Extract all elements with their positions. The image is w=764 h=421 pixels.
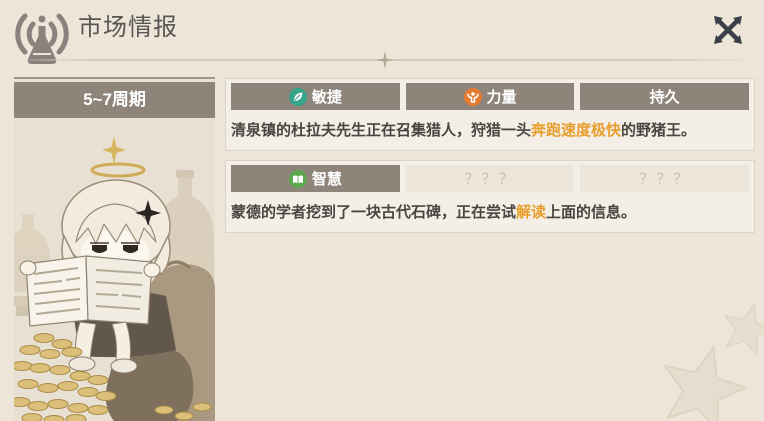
sparkle-icon bbox=[376, 51, 394, 69]
book-icon bbox=[288, 169, 307, 188]
tag-endurance: 持久 bbox=[580, 83, 750, 110]
description-highlight: 解读 bbox=[516, 204, 547, 221]
close-button[interactable] bbox=[713, 15, 743, 45]
tag-row: 智慧 ？？？ ？？？ bbox=[231, 165, 750, 192]
description-highlight: 奔跑速度极快 bbox=[531, 122, 622, 139]
tag-row: 敏捷 力量 持久 bbox=[231, 83, 750, 110]
tag-label: ？？？ bbox=[464, 171, 516, 188]
tag-label: 持久 bbox=[649, 89, 680, 106]
newspaper bbox=[25, 255, 153, 327]
panel-top-line bbox=[14, 77, 215, 79]
tag-agility: 敏捷 bbox=[231, 83, 400, 110]
halo bbox=[90, 136, 146, 178]
description-text: 上面的信息。 bbox=[546, 204, 637, 221]
paimon-illustration bbox=[14, 136, 215, 421]
tag-unknown: ？？？ bbox=[405, 165, 575, 192]
description-text: 蒙德的学者挖到了一块古代石碑，正在尝试 bbox=[231, 204, 517, 221]
period-label: 5~7周期 bbox=[14, 82, 215, 118]
description-text: 的野猪王。 bbox=[621, 122, 697, 139]
strength-icon bbox=[463, 87, 482, 106]
intel-description: 蒙德的学者挖到了一块古代石碑，正在尝试解读上面的信息。 bbox=[231, 202, 636, 224]
tag-label: ？？？ bbox=[639, 171, 691, 188]
market-intel-icon bbox=[12, 8, 72, 66]
intel-description: 清泉镇的杜拉夫先生正在召集猎人，狩猎一头奔跑速度极快的野猪王。 bbox=[231, 120, 696, 142]
tag-unknown: ？？？ bbox=[580, 165, 750, 192]
period-panel: 5~7周期 bbox=[14, 77, 215, 421]
tag-label: 力量 bbox=[486, 89, 517, 106]
tag-label: 敏捷 bbox=[311, 89, 342, 106]
description-text: 清泉镇的杜拉夫先生正在召集猎人，狩猎一头 bbox=[231, 122, 532, 139]
close-icon[interactable] bbox=[713, 15, 743, 45]
leaf-icon bbox=[288, 87, 307, 106]
tag-label: 智慧 bbox=[311, 171, 342, 188]
tag-strength: 力量 bbox=[405, 83, 575, 110]
tag-wisdom: 智慧 bbox=[231, 165, 400, 192]
decorative-stars bbox=[662, 302, 764, 421]
page-title: 市场情报 bbox=[78, 14, 178, 41]
intel-card: 智慧 ？？？ ？？？ 蒙德的学者挖到了一块古代石碑，正在尝试解读上面的信息。 bbox=[225, 160, 755, 233]
intel-card: 敏捷 力量 持久 清泉镇的杜拉夫先生正在召集猎人，狩猎一头奔跑速度极快的野猪王。 bbox=[225, 78, 755, 151]
